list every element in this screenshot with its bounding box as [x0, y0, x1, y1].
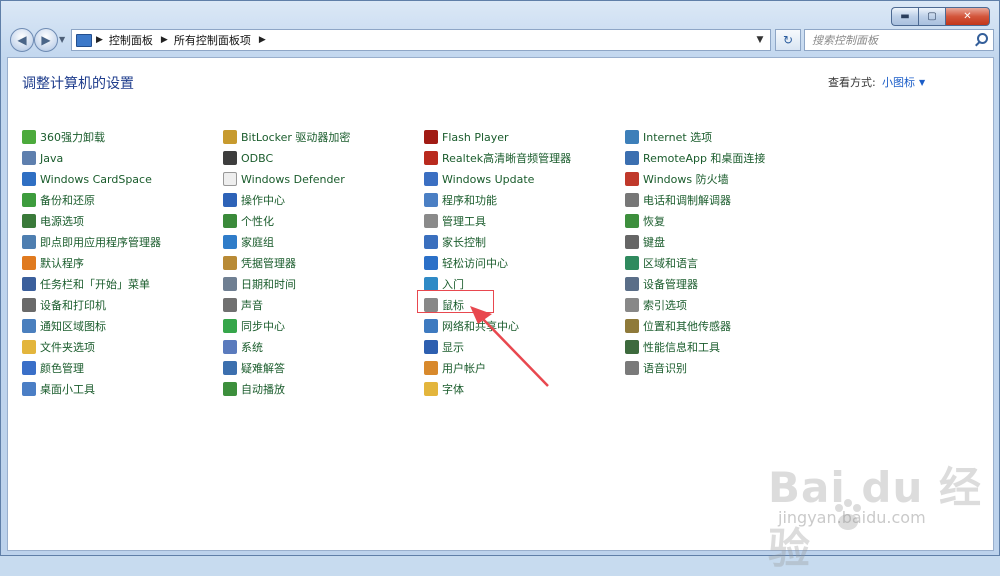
breadcrumb-chevron-icon[interactable]: ▶ [161, 35, 168, 45]
control-panel-icon [76, 33, 92, 47]
minimize-button[interactable]: ▬ [891, 7, 918, 26]
breadcrumb-chevron-icon[interactable]: ▶ [96, 35, 103, 45]
navigation-bar: ◀ ▶ ▼ ▶ 控制面板 ▶ 所有控制面板项 ▶ ▼ ↻ [7, 28, 994, 52]
back-button[interactable]: ◀ [10, 28, 34, 52]
refresh-icon: ↻ [782, 33, 794, 47]
recent-pages-dropdown-icon[interactable]: ▼ [59, 35, 65, 44]
close-button[interactable]: ✕ [945, 7, 990, 26]
breadcrumb-all-items[interactable]: 所有控制面板项 [174, 32, 251, 48]
content-pane: 调整计算机的设置 查看方式: 小图标 ▼ 360强力卸载 Java Windows … [7, 57, 994, 573]
search-box[interactable] [804, 29, 994, 51]
forward-button[interactable]: ▶ [34, 28, 58, 52]
breadcrumb-control-panel[interactable]: 控制面板 [109, 32, 153, 48]
refresh-button[interactable]: ↻ [775, 29, 801, 51]
search-input[interactable] [812, 33, 972, 47]
address-bar[interactable]: ▶ 控制面板 ▶ 所有控制面板项 ▶ ▼ [71, 29, 771, 51]
search-icon[interactable] [977, 33, 988, 44]
breadcrumb-chevron-icon[interactable]: ▶ [259, 35, 266, 45]
baidu-watermark-url: jingyan.baidu.com [778, 508, 926, 527]
maximize-button[interactable]: ▢ [918, 7, 945, 26]
address-dropdown-icon[interactable]: ▼ [752, 30, 768, 50]
control-panel-window: ▬ ▢ ✕ ◀ ▶ ▼ ▶ 控制面板 ▶ 所有控制面板项 ▶ ▼ ↻ 调整计算机… [0, 0, 1000, 573]
caption-buttons: ▬ ▢ ✕ [891, 7, 990, 26]
